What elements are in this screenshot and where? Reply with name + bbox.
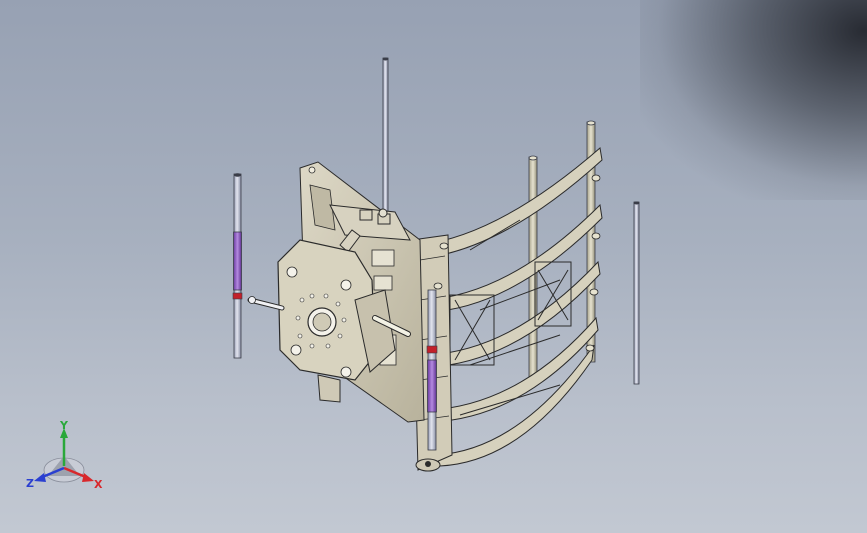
rod-top-center[interactable] <box>382 57 389 229</box>
x-axis-label: X <box>94 478 103 491</box>
cad-assembly-model[interactable] <box>0 0 867 533</box>
horizontal-shaft-left[interactable] <box>247 296 285 311</box>
x-axis-arrow-icon <box>82 473 94 482</box>
y-axis-label: Y <box>59 419 69 432</box>
z-axis-arrow-icon <box>34 473 46 482</box>
rib-end-fittings <box>433 174 601 352</box>
rod-front-left[interactable] <box>232 173 243 359</box>
z-axis-label: Z <box>26 477 34 490</box>
3d-model-viewport[interactable]: Y X Z <box>0 0 867 533</box>
rod-far-right[interactable] <box>633 201 640 385</box>
axis-triad[interactable]: Y X Z <box>20 418 110 498</box>
rod-front-center[interactable] <box>426 289 438 451</box>
